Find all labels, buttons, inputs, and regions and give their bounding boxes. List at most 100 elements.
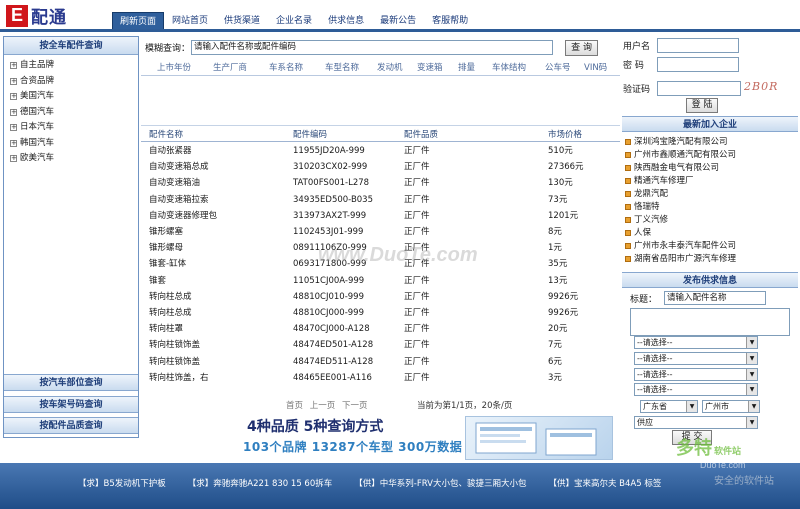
- table-row[interactable]: 转向柱罩 48470CJ000-A128 正厂件 20元: [141, 322, 620, 338]
- company-item[interactable]: 龙鼎汽配: [625, 188, 668, 201]
- table-row[interactable]: 锥形螺母 08911106Z0-999 正厂件 1元: [141, 241, 620, 257]
- table-row[interactable]: 自动变速箱油 TAT00FS001-L278 正厂件 130元: [141, 176, 620, 192]
- company-item[interactable]: 恪瑞特: [625, 201, 660, 214]
- select-value: --请选择--: [637, 385, 673, 394]
- nav-announcements[interactable]: 最新公告: [372, 12, 424, 30]
- filter-gearbox[interactable]: 变速箱: [417, 60, 443, 76]
- ticker-item[interactable]: 【供】宝来高尔夫 B4A5 标签: [548, 477, 661, 491]
- captcha-field[interactable]: [657, 80, 741, 96]
- nav-home[interactable]: 网站首页: [164, 12, 216, 30]
- tree-item-domestic[interactable]: + 自主品牌: [10, 58, 138, 74]
- table-row[interactable]: 锥套 11051CJ00A-999 正厂件 13元: [141, 274, 620, 290]
- col-part-name[interactable]: 配件名称: [149, 128, 183, 142]
- part-code-cell: 48810CJ000-999: [293, 308, 364, 318]
- nav-help[interactable]: 客服帮助: [424, 12, 476, 30]
- tree-item-joint-venture[interactable]: + 合资品牌: [10, 74, 138, 90]
- search-input[interactable]: 请输入配件名称或配件编码: [191, 40, 554, 55]
- site-logo[interactable]: E 配通: [6, 2, 86, 29]
- filter-displacement[interactable]: 排量: [458, 60, 475, 76]
- province-select[interactable]: 广东省 ▼: [640, 400, 698, 413]
- pager-next[interactable]: 下一页: [342, 401, 368, 411]
- login-button[interactable]: 登 陆: [686, 98, 718, 113]
- nav-supply-demand[interactable]: 供求信息: [320, 12, 372, 30]
- nav-refresh[interactable]: 刷新页面: [112, 12, 165, 30]
- supply-content-textarea[interactable]: [630, 308, 790, 336]
- table-row[interactable]: 锥套-缸体 0693171800-999 正厂件 35元: [141, 257, 620, 273]
- filter-engine[interactable]: 发动机: [377, 60, 403, 76]
- nav-supply-channel[interactable]: 供货渠道: [216, 12, 268, 30]
- nav-directory[interactable]: 企业名录: [268, 12, 320, 30]
- company-item[interactable]: 湖南省岳阳市广源汽车修理: [625, 253, 736, 266]
- expand-icon[interactable]: +: [10, 155, 17, 163]
- company-item[interactable]: 人保: [625, 227, 651, 240]
- table-row[interactable]: 自动变速箱总成 310203CX02-999 正厂件 27366元: [141, 160, 620, 176]
- part-name-cell: 转向柱总成: [149, 308, 192, 318]
- query-by-part-location-button[interactable]: 按汽车部位查询: [4, 374, 138, 391]
- company-item[interactable]: 深圳鸿宝隆汽配有限公司: [625, 136, 728, 149]
- col-market-price[interactable]: 市场价格: [548, 128, 582, 142]
- query-by-quality-button[interactable]: 按配件品质查询: [4, 417, 138, 434]
- pager-prev[interactable]: 上一页: [310, 401, 336, 411]
- pager-first[interactable]: 首页: [286, 401, 303, 411]
- city-select[interactable]: 广州市 ▼: [702, 400, 760, 413]
- supply-select-1[interactable]: --请选择-- ▼: [634, 336, 758, 349]
- company-item[interactable]: 广州市永丰泰汽车配件公司: [625, 240, 736, 253]
- tree-item-japan[interactable]: + 日本汽车: [10, 120, 138, 136]
- col-part-code[interactable]: 配件编码: [293, 128, 327, 142]
- table-row[interactable]: 自动变速器修理包 313973AX2T-999 正厂件 1201元: [141, 209, 620, 225]
- supply-submit-button[interactable]: 提 交: [672, 430, 712, 445]
- tree-item-korea[interactable]: + 韩国汽车: [10, 136, 138, 152]
- supply-select-3[interactable]: --请选择-- ▼: [634, 368, 758, 381]
- filter-manufacturer[interactable]: 生产厂商: [213, 60, 247, 76]
- table-row[interactable]: 自动变速箱拉索 34935ED500-B035 正厂件 73元: [141, 193, 620, 209]
- expand-icon[interactable]: +: [10, 77, 17, 85]
- filter-year[interactable]: 上市年份: [157, 60, 191, 76]
- company-item[interactable]: 广州市鑫顺通汽配有限公司: [625, 149, 736, 162]
- bullet-icon: [625, 243, 631, 250]
- ticker-item[interactable]: 【求】奔驰奔驰A221 830 15 60拆车: [188, 477, 333, 491]
- tree-item-europe[interactable]: + 欧美汽车: [10, 151, 138, 167]
- chevron-down-icon: ▼: [746, 353, 757, 364]
- supply-title-input[interactable]: 请输入配件名称: [664, 291, 766, 305]
- username-field[interactable]: [657, 37, 739, 53]
- expand-icon[interactable]: +: [10, 124, 17, 132]
- main-nav: 刷新页面 网站首页 供货渠道 企业名录 供求信息 最新公告 客服帮助: [112, 12, 476, 30]
- table-row[interactable]: 转向柱锁饰盖 48474ED511-A128 正厂件 6元: [141, 355, 620, 371]
- supply-ticker: 【求】B5发动机下护板 【求】奔驰奔驰A221 830 15 60拆车 【供】中…: [78, 477, 683, 491]
- supply-type-select[interactable]: 供应 ▼: [634, 416, 758, 429]
- table-row[interactable]: 自动张紧器 11955JD20A-999 正厂件 510元: [141, 144, 620, 160]
- supply-select-4[interactable]: --请选择-- ▼: [634, 383, 758, 396]
- promo-banner[interactable]: 4种品质 5种查询方式 103个品牌 13287个车型 300万数据: [243, 414, 618, 462]
- filter-bus-number[interactable]: 公车号: [545, 60, 571, 76]
- filter-model[interactable]: 车型名称: [325, 60, 359, 76]
- table-row[interactable]: 转向柱总成 48810CJ010-999 正厂件 9926元: [141, 290, 620, 306]
- company-item[interactable]: 丁义汽修: [625, 214, 668, 227]
- captcha-image[interactable]: 2B0R: [744, 80, 784, 96]
- select-value: 供应: [637, 418, 653, 427]
- company-item[interactable]: 精通汽车修理厂: [625, 175, 694, 188]
- tree-item-germany[interactable]: + 德国汽车: [10, 105, 138, 121]
- main-content: 模糊查询： 请输入配件名称或配件编码 查 询 上市年份 生产厂商 车系名称 车型…: [141, 36, 620, 462]
- ticker-item[interactable]: 【求】B5发动机下护板: [78, 477, 166, 491]
- table-row[interactable]: 转向柱总成 48810CJ000-999 正厂件 9926元: [141, 306, 620, 322]
- expand-icon[interactable]: +: [10, 139, 17, 147]
- table-row[interactable]: 转向柱饰盖，右 48465EE001-A116 正厂件 3元: [141, 371, 620, 387]
- filter-vin[interactable]: VIN码: [584, 60, 607, 76]
- username-row: 用户名: [623, 37, 739, 53]
- search-button[interactable]: 查 询: [565, 39, 599, 56]
- company-item[interactable]: 陕西融金电气有限公司: [625, 162, 719, 175]
- table-row[interactable]: 锥形螺塞 1102453J01-999 正厂件 8元: [141, 225, 620, 241]
- query-by-vin-button[interactable]: 按车架号码查询: [4, 396, 138, 413]
- expand-icon[interactable]: +: [10, 62, 17, 70]
- expand-icon[interactable]: +: [10, 108, 17, 116]
- password-field[interactable]: [657, 56, 739, 72]
- filter-series[interactable]: 车系名称: [269, 60, 303, 76]
- tree-item-usa[interactable]: + 美国汽车: [10, 89, 138, 105]
- col-part-quality[interactable]: 配件品质: [404, 128, 438, 142]
- table-row[interactable]: 转向柱锁饰盖 48474ED501-A128 正厂件 7元: [141, 338, 620, 354]
- expand-icon[interactable]: +: [10, 93, 17, 101]
- ticker-item[interactable]: 【供】中华系列-FRV大小包、骏捷三厢大小包: [354, 477, 526, 491]
- filter-body[interactable]: 车体结构: [492, 60, 526, 76]
- company-name: 湖南省岳阳市广源汽车修理: [634, 254, 737, 264]
- supply-select-2[interactable]: --请选择-- ▼: [634, 352, 758, 365]
